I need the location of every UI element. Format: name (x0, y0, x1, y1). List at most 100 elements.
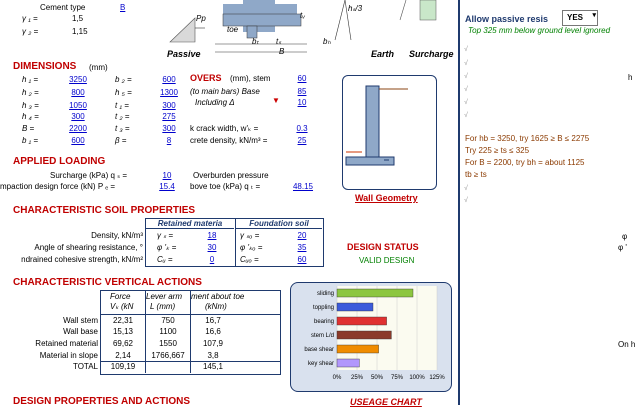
passive-note: Top 325 mm below ground level ignored (468, 26, 611, 35)
table-cell-force: 22,31 (112, 316, 134, 325)
chevron-down-icon[interactable]: ▾ (592, 11, 596, 19)
above-toe-label: bove toe (kPa) q ₜ = (190, 182, 261, 191)
usage-category-label: sliding (317, 291, 334, 297)
check-mark: √ (464, 197, 468, 204)
soil-foundation-value[interactable]: 60 (293, 255, 311, 264)
soil-retained-symbol: γ ₛ = (157, 231, 174, 240)
dim-left-value[interactable]: 800 (64, 88, 92, 97)
fig-pp-label: Pp (196, 14, 206, 23)
check-mark: √ (464, 86, 468, 93)
passive-label: Passive (167, 49, 201, 59)
wall-geometry-label: Wall Geometry (355, 193, 418, 203)
concrete-density-label: crete density, kN/m³ = (190, 136, 268, 145)
table-cell-moment: 107,9 (202, 339, 224, 348)
cover-base-input[interactable]: 85 (290, 87, 314, 96)
cover-stem-input[interactable]: 60 (290, 74, 314, 83)
dim-left-label: B = (22, 124, 35, 133)
soil-retained-symbol: Cᵤ = (157, 255, 173, 264)
dim-left-label: h ₂ = (22, 88, 39, 97)
fig-tb-label: tₛ (276, 37, 282, 46)
surcharge-label: Surcharge (409, 49, 454, 59)
dim-mid-label: t ₁ = (115, 101, 129, 110)
usage-bar-toppling (336, 302, 374, 312)
sidebar-panel (458, 0, 635, 405)
vertical-actions-title: CHARACTERISTIC VERTICAL ACTIONS (13, 277, 202, 288)
covers-unit: (mm), stem (230, 74, 271, 83)
retained-material-header: Retained materia (146, 219, 234, 229)
comment-marker-icon: ▼ (272, 96, 280, 105)
table-cell-moment: 3,8 (207, 351, 219, 360)
gamma2-value: 1,15 (72, 27, 88, 36)
soil-foundation-value[interactable]: 20 (293, 231, 311, 240)
soil-foundation-symbol: γ ₛₒ = (240, 231, 260, 240)
soil-retained-value[interactable]: 0 (203, 255, 221, 264)
usage-category-label: toppling (313, 305, 334, 311)
soil-retained-value[interactable]: 18 (203, 231, 221, 240)
design-status-title: DESIGN STATUS (347, 242, 419, 252)
gamma2-label: γ ₂ = (22, 27, 39, 36)
dim-mid-value[interactable]: 1300 (158, 88, 180, 97)
fig-b-label: B (279, 47, 285, 56)
surcharge-input[interactable]: 10 (155, 171, 179, 180)
table-divider (101, 361, 280, 362)
table-cell-moment: 16,7 (205, 316, 221, 325)
check-mark: √ (464, 60, 468, 67)
dim-left-label: h ₄ = (22, 112, 39, 121)
table-cell-lever: 1550 (159, 339, 177, 348)
allow-passive-value: YES (567, 13, 584, 22)
gamma1-label: γ ₁ = (22, 14, 38, 23)
dim-mid-value[interactable]: 8 (158, 136, 180, 145)
dim-left-value[interactable]: 1050 (64, 101, 92, 110)
usage-bar-bearing (336, 316, 387, 326)
col-moment: ment about toe (191, 292, 245, 301)
table-cell-moment: 145,1 (202, 362, 224, 371)
usage-category-label: stem L/d (311, 333, 334, 339)
check-mark: √ (464, 185, 468, 192)
surcharge-figure (399, 0, 437, 21)
gamma1-value: 1,5 (72, 14, 84, 23)
table-cell-force: 2,14 (115, 351, 131, 360)
dim-left-value[interactable]: 2200 (64, 124, 92, 133)
dimensions-unit: (mm) (89, 63, 108, 72)
dim-mid-label: h ₅ = (115, 88, 132, 97)
dim-mid-value[interactable]: 275 (158, 112, 180, 121)
x-tick-label: 75% (391, 375, 404, 381)
dim-mid-value[interactable]: 600 (158, 75, 180, 84)
cement-type-value[interactable]: B (120, 3, 125, 12)
soil-foundation-value[interactable]: 35 (293, 243, 311, 252)
table-row-label: Material in slope (39, 351, 98, 360)
concrete-density-input[interactable]: 25 (290, 136, 314, 145)
toe-label: toe (227, 25, 239, 34)
table-cell-force: 69,62 (112, 339, 134, 348)
soil-row-label: ndrained cohesive strength, kN/m² (21, 255, 143, 264)
foundation-soil-header: Foundation soil (236, 219, 322, 229)
compaction-input[interactable]: 15.4 (155, 182, 179, 191)
design-properties-title: DESIGN PROPERTIES AND ACTIONS (13, 396, 191, 407)
soil-row-label: Density, kN/m³ (91, 231, 143, 240)
x-tick-label: 50% (371, 375, 384, 381)
delta-input[interactable]: 10 (290, 98, 314, 107)
right-phi2-label: φ ' (618, 243, 627, 252)
table-row-label: TOTAL (72, 362, 98, 371)
crack-width-input[interactable]: 0.3 (290, 124, 314, 133)
covers-title: OVERS (190, 73, 222, 83)
x-tick-label: 100% (409, 375, 425, 381)
check-mark: √ (464, 46, 468, 53)
soil-retained-value[interactable]: 30 (203, 243, 221, 252)
dim-mid-value[interactable]: 300 (158, 124, 180, 133)
soil-row-label: Angle of shearing resistance, ° (34, 243, 143, 252)
usage-chart-plot-area (337, 286, 437, 370)
applied-loading-title: APPLIED LOADING (13, 156, 106, 167)
table-row-label: Wall stem (63, 316, 98, 325)
design-status-value: VALID DESIGN (359, 256, 415, 265)
dim-mid-value[interactable]: 300 (158, 101, 180, 110)
overburden-label: Overburden pressure (193, 171, 269, 180)
dim-left-value[interactable]: 300 (64, 112, 92, 121)
table-row-label: Wall base (63, 327, 98, 336)
dim-left-value[interactable]: 600 (64, 136, 92, 145)
dim-left-value[interactable]: 3250 (64, 75, 92, 84)
usage-chart: sliding toppling bearing stem L/d base shear… (304, 286, 445, 381)
compaction-label: mpaction design force (kN) P ₑ = (0, 182, 116, 191)
dim-left-label: b ₁ = (22, 136, 39, 145)
allow-passive-select[interactable]: YES ▾ (562, 10, 598, 26)
